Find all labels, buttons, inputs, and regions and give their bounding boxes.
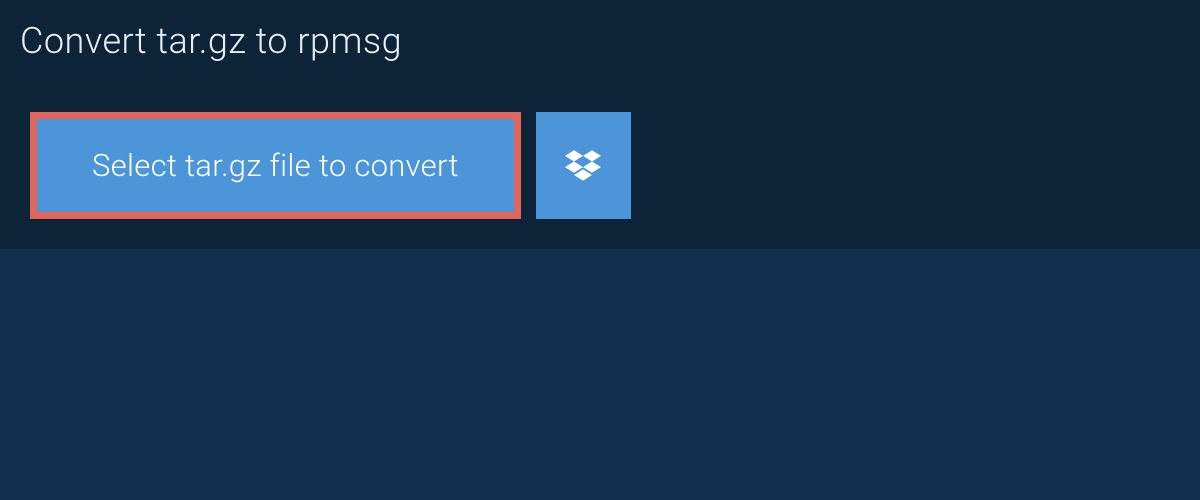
select-file-button[interactable]: Select tar.gz file to convert bbox=[37, 119, 514, 212]
main-panel: Select tar.gz file to convert bbox=[0, 82, 1200, 249]
dropbox-icon bbox=[563, 146, 603, 186]
title-bar: Convert tar.gz to rpmsg bbox=[0, 0, 1200, 82]
select-button-highlight: Select tar.gz file to convert bbox=[30, 112, 521, 219]
select-button-label: Select tar.gz file to convert bbox=[92, 147, 459, 184]
page-title: Convert tar.gz to rpmsg bbox=[20, 20, 1170, 62]
dropbox-button[interactable] bbox=[536, 112, 631, 219]
